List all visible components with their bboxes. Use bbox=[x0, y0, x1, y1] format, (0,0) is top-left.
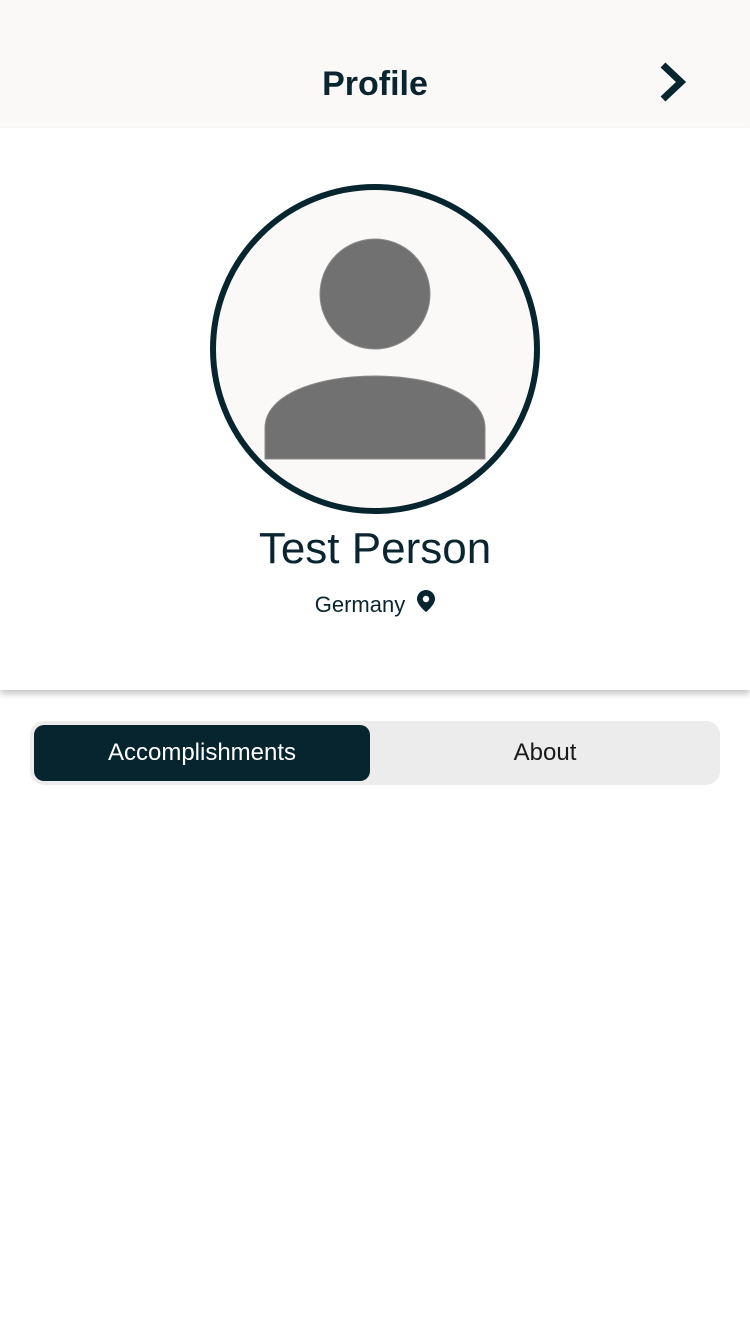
chevron-right-icon bbox=[657, 61, 687, 108]
profile-tabs: Accomplishments About bbox=[30, 721, 720, 785]
map-pin-icon bbox=[417, 590, 436, 620]
profile-location: Germany bbox=[0, 590, 750, 620]
next-button[interactable] bbox=[648, 58, 696, 110]
tab-content bbox=[0, 800, 750, 1334]
location-text: Germany bbox=[314, 592, 406, 617]
avatar[interactable] bbox=[210, 184, 540, 514]
page-title: Profile bbox=[322, 65, 428, 103]
header-bar: Profile bbox=[0, 0, 750, 128]
tab-accomplishments[interactable]: Accomplishments bbox=[34, 725, 370, 781]
profile-screen: Profile Test Person Germany Accomplishme… bbox=[0, 0, 750, 1334]
profile-name: Test Person bbox=[258, 524, 492, 573]
profile-card: Test Person Germany bbox=[0, 128, 750, 690]
person-silhouette-icon bbox=[216, 190, 534, 508]
tab-about[interactable]: About bbox=[374, 725, 716, 781]
